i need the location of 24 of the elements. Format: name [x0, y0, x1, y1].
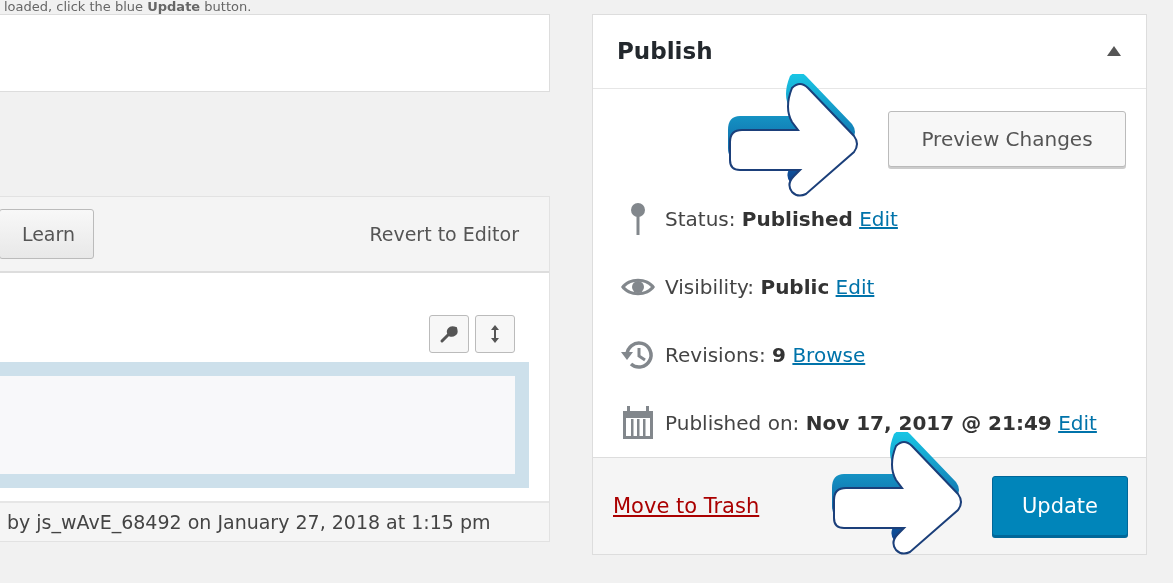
edit-link[interactable]: Edit — [859, 206, 898, 231]
title-field[interactable] — [0, 14, 550, 92]
history-icon — [621, 338, 655, 371]
last-edited-text: by js_wAvE_68492 on January 27, 2018 at 1:15 pm — [0, 501, 549, 541]
status-text: Status: Published Edit — [665, 206, 898, 231]
revert-link[interactable]: Revert to Editor — [369, 223, 519, 245]
move-button[interactable] — [475, 315, 515, 353]
update-button[interactable]: Update — [992, 475, 1128, 536]
browse-link[interactable]: Browse — [792, 342, 866, 367]
collapse-toggle-icon[interactable] — [1106, 45, 1122, 58]
revisions-text: Revisions: 9 Browse — [665, 342, 866, 367]
instruction-text: loaded, click the blue Update button. — [3, 0, 253, 14]
date-text: Published on: Nov 17, 2017 @ 21:49 Edit — [665, 410, 1097, 435]
pin-icon — [630, 201, 646, 236]
edit-link[interactable]: Edit — [1058, 410, 1097, 435]
learn-button[interactable]: Learn — [0, 209, 94, 259]
visibility-text: Visibility: Public Edit — [665, 274, 875, 299]
up-down-arrows-icon — [489, 323, 501, 345]
calendar-icon — [622, 405, 654, 440]
panel-title: Publish — [617, 38, 713, 65]
preview-changes-button[interactable]: Preview Changes — [888, 110, 1126, 167]
wrench-button[interactable] — [429, 315, 469, 353]
edit-link[interactable]: Edit — [835, 274, 875, 299]
move-to-trash-link[interactable]: Move to Trash — [613, 493, 760, 518]
